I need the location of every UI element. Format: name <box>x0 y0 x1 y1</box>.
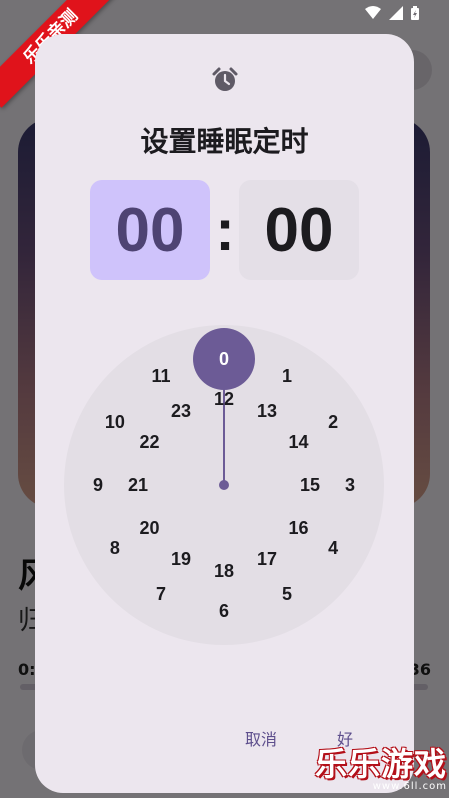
dial-hour-1[interactable]: 1 <box>269 364 305 388</box>
dialog-title: 设置睡眠定时 <box>140 125 309 158</box>
alarm-icon <box>212 67 238 91</box>
minute-field[interactable]: 00 <box>239 180 359 280</box>
hour-field[interactable]: 00 <box>90 180 210 280</box>
status-bar <box>365 6 419 20</box>
dial-hour-4[interactable]: 4 <box>315 536 351 560</box>
dial-hour-16[interactable]: 16 <box>280 516 316 540</box>
dial-hour-2[interactable]: 2 <box>315 410 351 434</box>
cancel-button[interactable]: 取消 <box>235 720 287 756</box>
time-separator: : <box>215 197 235 263</box>
dial-hour-0[interactable]: 0 <box>206 347 242 371</box>
dial-hour-22[interactable]: 22 <box>132 430 168 454</box>
signal-icon <box>389 6 403 20</box>
watermark: 乐乐游戏 www.6ll.com <box>315 739 447 792</box>
dial-hour-15[interactable]: 15 <box>292 473 328 497</box>
dial-hour-20[interactable]: 20 <box>132 516 168 540</box>
dial-hour-19[interactable]: 19 <box>163 547 199 571</box>
dial-hour-10[interactable]: 10 <box>97 410 133 434</box>
dial-hour-7[interactable]: 7 <box>143 582 179 606</box>
watermark-text: 乐乐游戏 <box>314 745 447 783</box>
dial-center <box>219 480 229 490</box>
clock-dial[interactable]: 0 1 2 3 4 5 6 7 8 9 10 11 12 13 14 15 16 17 18 19 20 21 22 23 <box>64 325 384 645</box>
dial-hour-21[interactable]: 21 <box>120 473 156 497</box>
dial-hour-13[interactable]: 13 <box>249 399 285 423</box>
dial-hour-23[interactable]: 23 <box>163 399 199 423</box>
dial-hour-11[interactable]: 11 <box>143 364 179 388</box>
dial-hour-9[interactable]: 9 <box>80 473 116 497</box>
dial-hour-17[interactable]: 17 <box>249 547 285 571</box>
dial-hour-18[interactable]: 18 <box>206 559 242 583</box>
battery-icon <box>411 6 419 20</box>
dial-hour-3[interactable]: 3 <box>332 473 368 497</box>
dial-hour-14[interactable]: 14 <box>280 430 316 454</box>
dial-hour-12[interactable]: 12 <box>206 387 242 411</box>
dial-hour-8[interactable]: 8 <box>97 536 133 560</box>
dial-hour-6[interactable]: 6 <box>206 599 242 623</box>
sleep-timer-dialog: 设置睡眠定时 00 : 00 0 1 2 3 4 5 6 7 8 9 10 11 12 13 14 15 16 1… <box>35 34 414 793</box>
wifi-icon <box>365 6 381 19</box>
dial-hour-5[interactable]: 5 <box>269 582 305 606</box>
